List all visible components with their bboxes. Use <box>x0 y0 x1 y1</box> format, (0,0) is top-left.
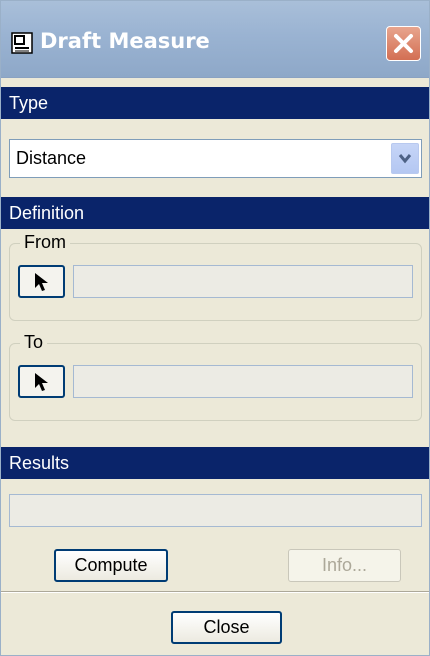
to-label: To <box>20 332 48 353</box>
cursor-arrow-icon <box>35 273 48 291</box>
from-select-button[interactable] <box>18 265 65 298</box>
cursor-arrow-icon <box>35 373 48 391</box>
window-title: Draft Measure <box>40 29 210 53</box>
info-button[interactable]: Info... <box>288 549 401 582</box>
to-group: To <box>9 332 422 421</box>
draft-measure-icon <box>11 32 33 54</box>
results-section-header: Results <box>1 447 429 479</box>
definition-section-header: Definition <box>1 197 429 229</box>
from-group: From <box>9 232 422 321</box>
dropdown-arrow-button[interactable] <box>391 143 419 174</box>
results-field <box>9 494 422 527</box>
chevron-down-icon <box>398 154 412 164</box>
from-field[interactable] <box>73 265 413 298</box>
to-field[interactable] <box>73 365 413 398</box>
type-section-header: Type <box>1 87 429 119</box>
to-select-button[interactable] <box>18 365 65 398</box>
compute-button[interactable]: Compute <box>54 549 168 582</box>
type-dropdown[interactable]: Distance <box>9 139 422 178</box>
close-icon <box>394 34 413 53</box>
separator <box>1 591 429 593</box>
draft-measure-dialog: Draft Measure Type Distance Definition F… <box>0 0 430 656</box>
type-dropdown-value: Distance <box>16 148 87 168</box>
close-window-button[interactable] <box>386 26 421 61</box>
from-label: From <box>20 232 70 253</box>
close-button[interactable]: Close <box>171 611 282 644</box>
title-bar[interactable]: Draft Measure <box>1 1 429 78</box>
